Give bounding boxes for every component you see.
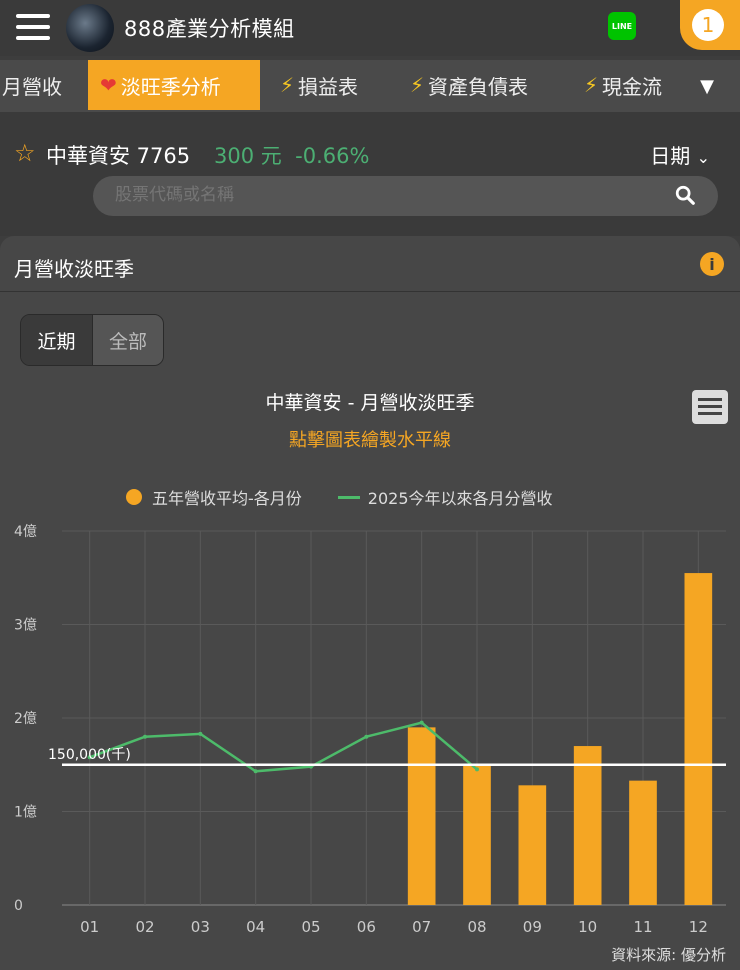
line-point[interactable] [253, 769, 258, 774]
y-tick-label: 4億 [14, 524, 37, 540]
bar[interactable] [684, 573, 713, 905]
line-point[interactable] [419, 720, 424, 725]
y-tick-label: 1億 [14, 805, 37, 821]
y-tick-label: 3億 [14, 618, 37, 634]
x-tick-label: 02 [135, 918, 154, 936]
x-tick-label: 01 [80, 918, 99, 936]
reference-line-label: 150,000(千) [48, 747, 131, 763]
bar[interactable] [629, 780, 657, 905]
line-point[interactable] [143, 734, 147, 739]
data-source: 資料來源: 優分析 [611, 946, 726, 964]
line-point[interactable] [475, 767, 479, 772]
x-tick-label: 08 [467, 918, 486, 936]
x-tick-label: 03 [191, 918, 210, 936]
x-tick-label: 05 [301, 918, 320, 936]
bar[interactable] [518, 785, 547, 905]
revenue-chart[interactable]: 0 1億 2億 3億 4億 01 02 03 04 05 06 07 08 09 10 11 12 150,000… [0, 0, 740, 970]
x-tick-label: 12 [689, 918, 708, 936]
bar[interactable] [407, 727, 436, 905]
x-tick-label: 11 [633, 918, 652, 936]
x-tick-label: 04 [246, 918, 265, 936]
x-tick-label: 09 [523, 918, 542, 936]
y-tick-label: 2億 [14, 711, 37, 727]
line-point[interactable] [364, 734, 369, 739]
x-tick-label: 10 [578, 918, 597, 936]
y-tick-label: 0 [14, 898, 23, 914]
bar[interactable] [573, 746, 602, 905]
x-tick-label: 06 [357, 918, 376, 936]
bar[interactable] [463, 764, 491, 905]
line-point[interactable] [198, 731, 203, 736]
x-tick-label: 07 [412, 918, 431, 936]
